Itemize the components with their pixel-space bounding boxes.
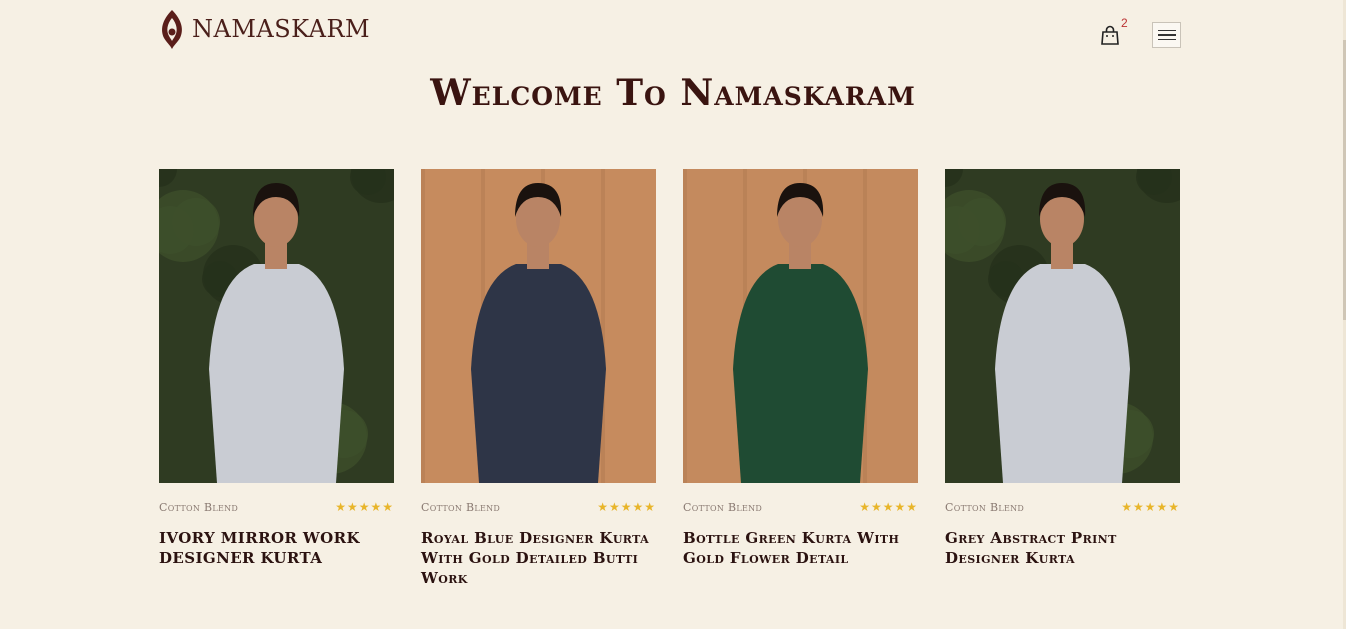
star-rating-icon: ★★★★★ xyxy=(1121,500,1180,514)
product-grid: Cotton Blend ★★★★★ IVORY MIRROR WORK DES… xyxy=(159,169,1180,588)
menu-button[interactable] xyxy=(1152,22,1181,48)
site-header: NAMASKARM 2 xyxy=(0,0,1346,70)
product-name[interactable]: Grey Abstract Print Designer Kurta xyxy=(945,528,1180,568)
product-name[interactable]: Bottle Green Kurta With Gold Flower Deta… xyxy=(683,528,918,568)
product-card[interactable]: Cotton Blend ★★★★★ Grey Abstract Print D… xyxy=(945,169,1180,588)
cart-count-badge: 2 xyxy=(1121,16,1128,30)
product-name[interactable]: Royal Blue Designer Kurta With Gold Deta… xyxy=(421,528,656,588)
product-image[interactable] xyxy=(945,169,1180,483)
model-figure xyxy=(683,169,868,483)
brand-logo[interactable]: NAMASKARM xyxy=(158,8,370,50)
model-figure xyxy=(159,169,394,483)
product-name[interactable]: IVORY MIRROR WORK DESIGNER KURTA xyxy=(159,528,394,568)
product-fabric: Cotton Blend xyxy=(421,500,501,514)
product-card[interactable]: Cotton Blend ★★★★★ Royal Blue Designer K… xyxy=(421,169,656,588)
star-rating-icon: ★★★★★ xyxy=(335,500,394,514)
product-image[interactable] xyxy=(159,169,394,483)
model-figure xyxy=(945,169,1180,483)
product-card[interactable]: Cotton Blend ★★★★★ IVORY MIRROR WORK DES… xyxy=(159,169,394,588)
lotus-leaf-icon xyxy=(162,10,182,49)
page-title: Welcome To Namaskaram xyxy=(430,72,916,114)
star-rating-icon: ★★★★★ xyxy=(597,500,656,514)
model-figure xyxy=(421,169,606,483)
star-rating-icon: ★★★★★ xyxy=(859,500,918,514)
shopping-bag-icon[interactable] xyxy=(1098,24,1122,46)
product-fabric: Cotton Blend xyxy=(159,500,239,514)
product-fabric: Cotton Blend xyxy=(945,500,1025,514)
product-image[interactable] xyxy=(421,169,656,483)
hamburger-icon xyxy=(1157,29,1176,32)
brand-name: NAMASKARM xyxy=(192,15,371,43)
product-fabric: Cotton Blend xyxy=(683,500,763,514)
product-image[interactable] xyxy=(683,169,918,483)
product-card[interactable]: Cotton Blend ★★★★★ Bottle Green Kurta Wi… xyxy=(683,169,918,588)
